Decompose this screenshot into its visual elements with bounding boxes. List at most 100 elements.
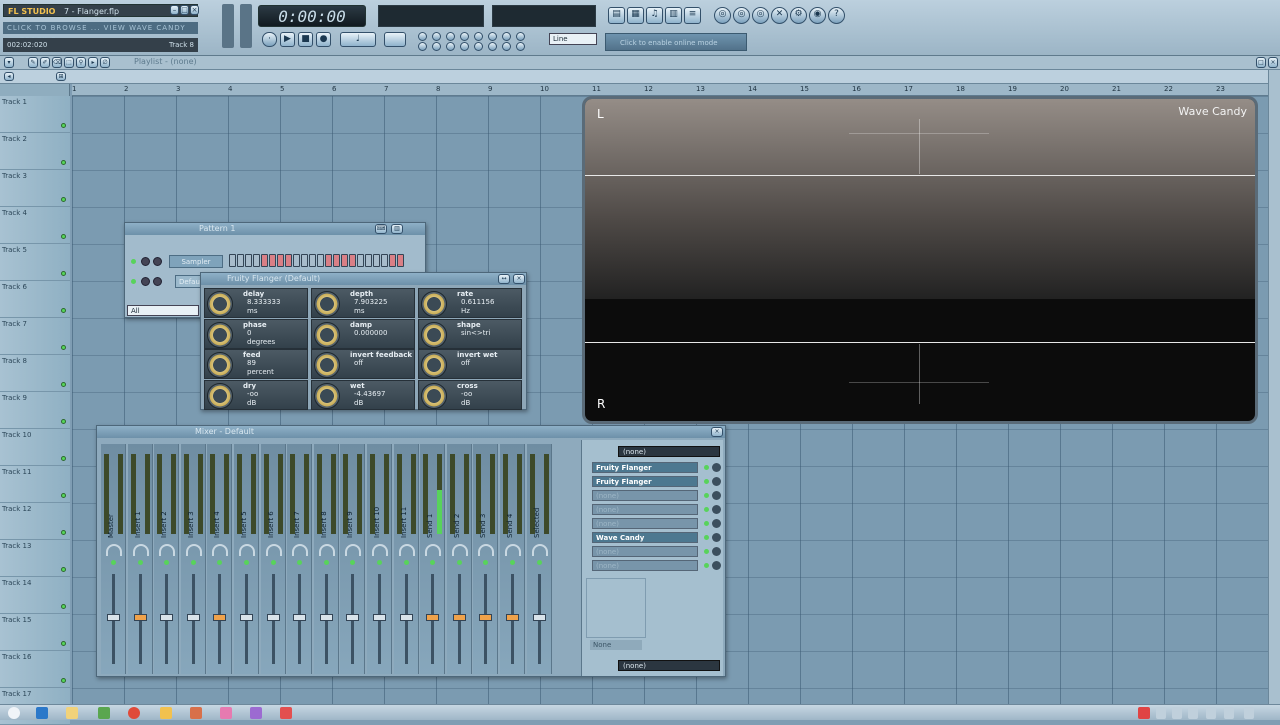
pan-knob[interactable] — [239, 544, 255, 556]
step-button[interactable] — [309, 254, 316, 267]
settings-icon[interactable]: ⚙ — [790, 7, 807, 24]
record-mode-icon[interactable] — [502, 42, 511, 51]
track-header[interactable]: Track 5 — [0, 244, 70, 281]
track-header[interactable]: Track 8 — [0, 355, 70, 392]
pan-knob[interactable] — [265, 544, 282, 556]
arrows-icon[interactable]: ↔ — [498, 274, 510, 284]
start-icon[interactable] — [8, 707, 20, 719]
mixer-strip[interactable]: Insert 7 — [287, 444, 313, 674]
flanger-param-feed[interactable]: feed 89 percent — [204, 349, 308, 379]
plugin-picker-icon[interactable]: ◎ — [714, 7, 731, 24]
play-button[interactable]: ▶ — [280, 32, 295, 47]
playlist-view-icon[interactable]: ▤ — [608, 7, 625, 24]
blend-notes-icon[interactable] — [474, 32, 483, 41]
knob-icon[interactable] — [207, 352, 233, 378]
step-edit-icon[interactable] — [460, 32, 469, 41]
fx-enable-led[interactable] — [704, 465, 709, 470]
fx-slot[interactable]: (none) — [592, 504, 698, 515]
enable-led[interactable] — [270, 560, 276, 565]
track-mute-led[interactable] — [61, 493, 66, 498]
channel-mute-led[interactable] — [131, 259, 136, 264]
enable-led[interactable] — [403, 560, 409, 565]
enable-led[interactable] — [164, 560, 170, 565]
step-button[interactable] — [397, 254, 404, 267]
pan-knob[interactable] — [185, 544, 202, 556]
knob-icon[interactable] — [314, 321, 340, 348]
snap-icon[interactable] — [502, 32, 511, 41]
pattern-selector[interactable] — [384, 32, 406, 47]
volume-fader-handle[interactable] — [399, 614, 413, 621]
tray-icon[interactable] — [1172, 707, 1182, 719]
render-icon[interactable]: ◎ — [752, 7, 769, 24]
pan-knob[interactable] — [372, 544, 388, 556]
pan-knob[interactable] — [425, 544, 442, 556]
track-mute-led[interactable] — [61, 160, 66, 165]
flanger-param-damp[interactable]: damp 0.000000 — [311, 318, 415, 349]
flanger-param-cross[interactable]: cross -oo dB — [418, 379, 522, 410]
step-button[interactable] — [381, 254, 388, 267]
help-icon[interactable]: ? — [828, 7, 845, 24]
knob-icon[interactable] — [314, 352, 340, 378]
mixer-strip[interactable]: Insert 8 — [313, 444, 339, 674]
enable-led[interactable] — [217, 560, 223, 565]
master-pitch-slider[interactable] — [240, 4, 252, 48]
record-button[interactable]: ● — [316, 32, 331, 47]
track-mute-led[interactable] — [61, 604, 66, 609]
track-header[interactable]: Track 1 — [0, 96, 70, 133]
step-button[interactable] — [349, 254, 356, 267]
maximize-icon[interactable]: □ — [180, 5, 189, 15]
track-mute-led[interactable] — [61, 308, 66, 313]
punch-icon[interactable] — [474, 42, 483, 51]
knob-icon[interactable] — [207, 382, 233, 409]
app2-icon[interactable] — [280, 707, 292, 719]
track-header[interactable]: Track 4 — [0, 207, 70, 244]
tray-icon[interactable] — [1188, 707, 1198, 719]
knob-icon[interactable] — [421, 382, 447, 409]
metronome-icon[interactable] — [418, 32, 427, 41]
track-mute-led[interactable] — [61, 456, 66, 461]
fx-enable-led[interactable] — [704, 507, 709, 512]
track-mute-led[interactable] — [61, 345, 66, 350]
snap-select[interactable]: Line — [549, 33, 597, 45]
online-icon[interactable]: ◉ — [809, 7, 826, 24]
knob-icon[interactable] — [207, 321, 233, 348]
close-icon[interactable]: × — [513, 274, 525, 284]
track-mute-led[interactable] — [61, 567, 66, 572]
mixer-strip[interactable]: Insert 4 — [207, 444, 233, 674]
knob-icon[interactable] — [421, 321, 447, 348]
enable-led[interactable] — [323, 560, 329, 565]
step-button[interactable] — [341, 254, 348, 267]
step-button[interactable] — [229, 254, 236, 267]
mute-tool-icon[interactable]: ∅ — [100, 57, 110, 68]
pan-knob[interactable] — [505, 544, 521, 556]
enable-led[interactable] — [377, 560, 382, 565]
snap-menu-icon[interactable]: ⊞ — [56, 72, 66, 81]
overdub-icon[interactable] — [432, 42, 441, 51]
mixer-strip[interactable]: Send 4 — [500, 444, 525, 674]
ie-icon[interactable] — [36, 707, 48, 719]
fx-mix-knob[interactable] — [712, 533, 721, 542]
piano-icon[interactable]: ▥ — [391, 224, 403, 234]
volume-fader-handle[interactable] — [213, 614, 227, 621]
project-info-icon[interactable]: ◎ — [733, 7, 750, 24]
volume-fader-handle[interactable] — [186, 614, 200, 621]
tempo-display[interactable]: ♩ — [340, 32, 376, 47]
volume-fader-handle[interactable] — [452, 614, 466, 621]
channel-name-button[interactable]: Sampler — [169, 255, 223, 268]
knob-icon[interactable] — [421, 291, 447, 317]
fx-mix-knob[interactable] — [712, 519, 721, 528]
track-header[interactable]: Track 11 — [0, 466, 70, 503]
flanger-param-delay[interactable]: delay 8.333333 ms — [204, 288, 308, 318]
midi-icon[interactable] — [488, 42, 497, 51]
step-button[interactable] — [277, 254, 284, 267]
volume-fader-handle[interactable] — [346, 614, 360, 621]
step-sequencer-titlebar[interactable]: Pattern 1 ⌨ ▥ — [125, 223, 425, 235]
step-button[interactable] — [253, 254, 260, 267]
enable-led[interactable] — [430, 560, 436, 565]
playlist-scroll-bar[interactable]: ◂ ⊞ ▸ — [0, 70, 1280, 84]
enable-led[interactable] — [510, 560, 515, 565]
volume-fader-handle[interactable] — [506, 614, 519, 621]
channel-name-button[interactable]: Default — [175, 275, 205, 288]
scroll-left-icon[interactable]: ◂ — [4, 72, 14, 81]
step-button[interactable] — [269, 254, 276, 267]
